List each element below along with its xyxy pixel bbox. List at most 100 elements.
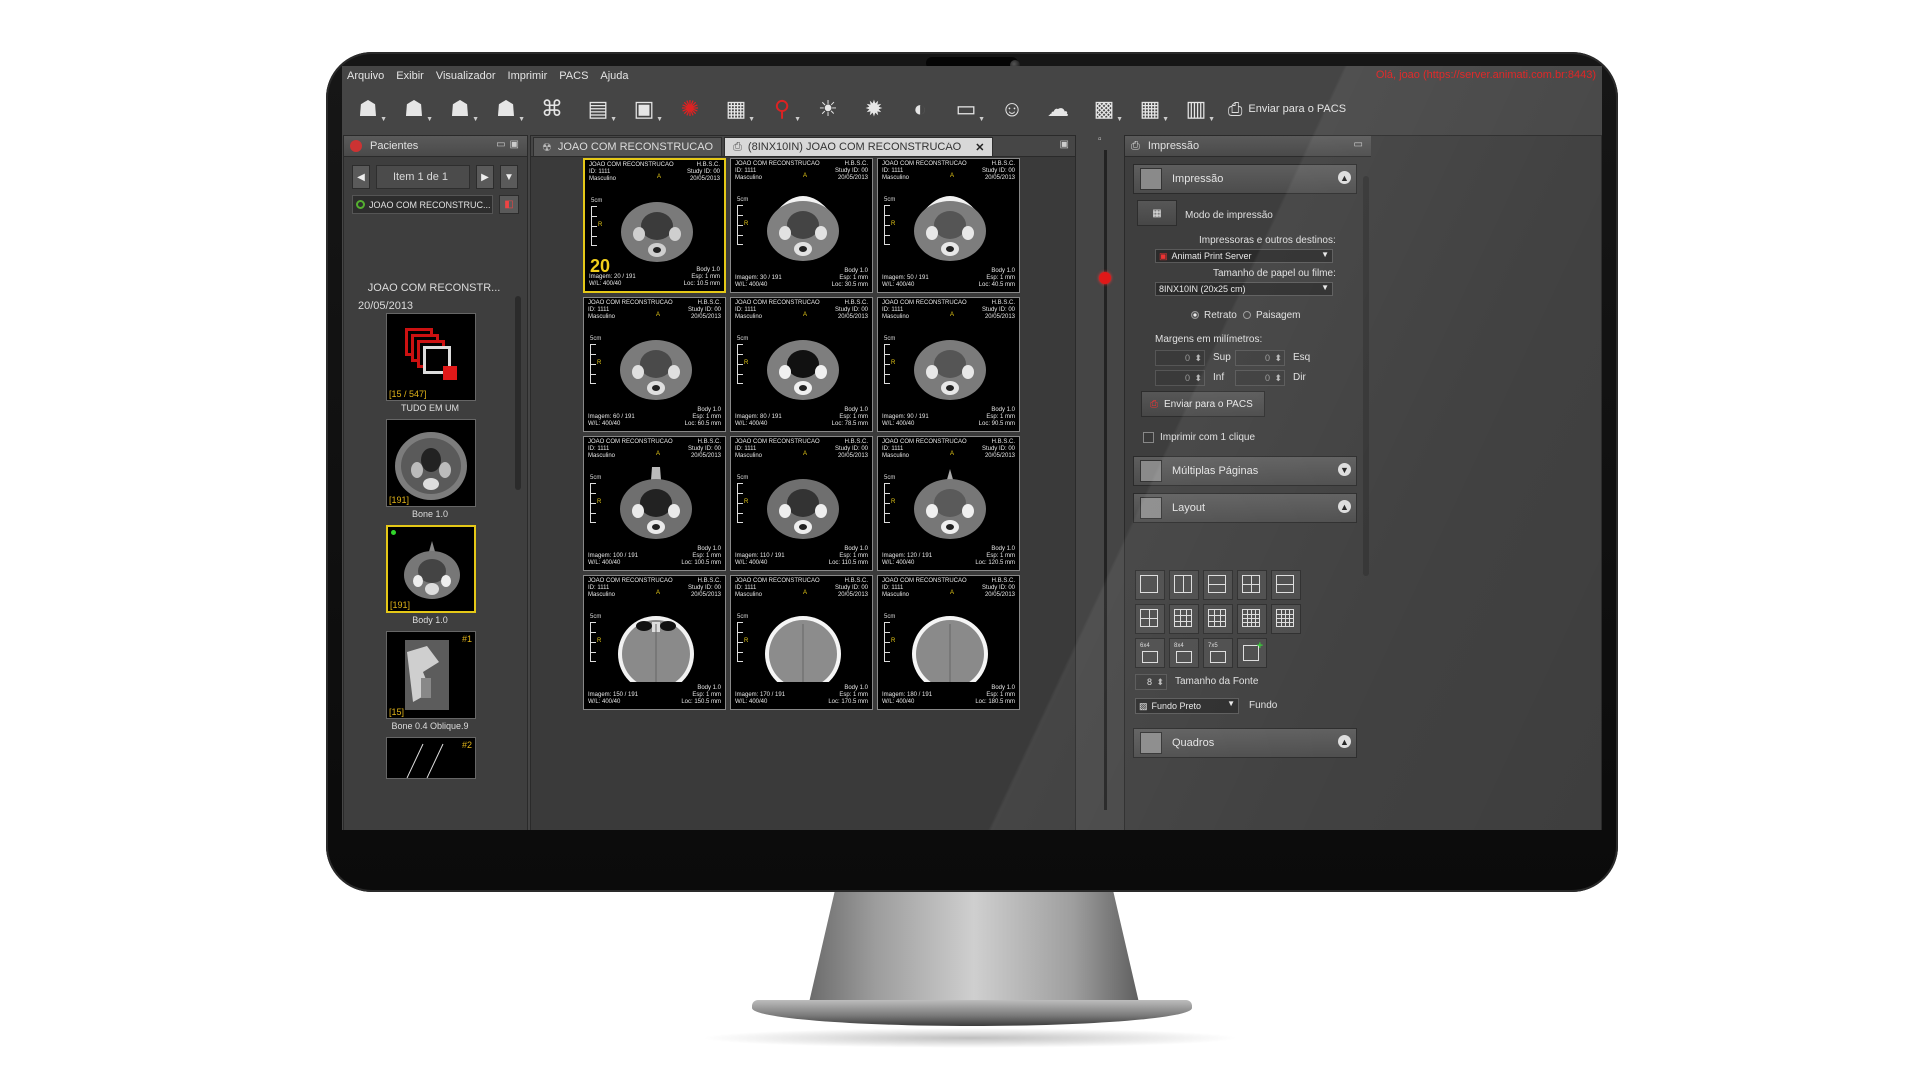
thumbnail-bone[interactable]: [191]	[386, 419, 476, 507]
grid-select-icon[interactable]: ▦ ▼	[1130, 91, 1170, 127]
tab-print-preview[interactable]: ⎙ (8INX10IN) JOAO COM RECONSTRUCAO ✕	[724, 137, 994, 156]
ct-image-cell[interactable]: JOAO COM RECONSTRUCAO ID: 1111 Masculino…	[877, 575, 1020, 710]
open-patient-icon[interactable]: ☗ ▼	[348, 91, 388, 127]
ct-image-cell[interactable]: JOAO COM RECONSTRUCAO ID: 1111 Masculino…	[877, 158, 1020, 293]
slider-knob[interactable]	[1099, 272, 1111, 284]
brightness-icon[interactable]: ☀	[808, 91, 848, 127]
thumbnail-body[interactable]: [191]	[386, 525, 476, 613]
users-icon[interactable]: ☺	[992, 91, 1032, 127]
close-tab-icon[interactable]: ✕	[975, 141, 984, 154]
layout-option-button[interactable]: 7x5	[1203, 638, 1233, 668]
ct-image-cell[interactable]: JOAO COM RECONSTRUCAO ID: 1111 Masculino…	[730, 575, 873, 710]
menu-imprimir[interactable]: Imprimir	[503, 70, 553, 82]
film-icon[interactable]: ▦ ▼	[716, 91, 756, 127]
series-row: JOAO COM RECONSTRUC... ◧	[352, 195, 527, 214]
menu-exibir[interactable]: Exibir	[391, 70, 429, 82]
send-pacs-button[interactable]: ⎙ Enviar para o PACS	[1141, 391, 1265, 417]
margin-bottom-input[interactable]: 0	[1155, 370, 1205, 386]
ct-image-cell[interactable]: JOAO COM RECONSTRUCAO ID: 1111 Masculino…	[730, 436, 873, 571]
section-layout[interactable]: Layout ▲	[1133, 493, 1357, 523]
layout-option-button[interactable]	[1135, 604, 1165, 634]
orientation-anterior: A	[803, 451, 808, 457]
print-panel-scrollbar[interactable]	[1363, 176, 1369, 576]
ct-image-cell[interactable]: JOAO COM RECONSTRUCAO ID: 1111 Masculino…	[730, 158, 873, 293]
patient-card-icon[interactable]: ▣ ▼	[624, 91, 664, 127]
layout-option-button[interactable]: 6x4	[1135, 638, 1165, 668]
layout-option-button[interactable]	[1271, 570, 1301, 600]
ct-image-cell[interactable]: JOAO COM RECONSTRUCAO ID: 1111 Masculino…	[583, 575, 726, 710]
monitor-icon[interactable]: ▤ ▼	[578, 91, 618, 127]
series-icon[interactable]: ▥ ▼	[1176, 91, 1216, 127]
menu-arquivo[interactable]: Arquivo	[342, 70, 389, 82]
tabs-overflow-button[interactable]: »	[945, 138, 951, 149]
upload-icon[interactable]: ☗ ▼	[486, 91, 526, 127]
series-select[interactable]: JOAO COM RECONSTRUC...	[352, 195, 493, 214]
ct-image-cell[interactable]: JOAO COM RECONSTRUCAO ID: 1111 Masculino…	[877, 436, 1020, 571]
paper-select[interactable]: 8INX10IN (20x25 cm) ▼	[1155, 282, 1333, 296]
section-frames[interactable]: Quadros ▲	[1133, 728, 1357, 758]
orientation-landscape[interactable]: Paisagem	[1243, 310, 1300, 321]
layout-option-button[interactable]	[1237, 604, 1267, 634]
contrast-icon[interactable]: ✹	[854, 91, 894, 127]
layout-option-button[interactable]: +	[1237, 638, 1267, 668]
previous-patient-button[interactable]: ◀	[352, 165, 370, 189]
search-patient-icon[interactable]: ☗ ▼	[394, 91, 434, 127]
toolbar-send-pacs-button[interactable]: ⎙ Enviar para o PACS	[1228, 99, 1346, 120]
screen-layout-icon[interactable]: ▭ ▼	[946, 91, 986, 127]
layout-option-button[interactable]	[1169, 604, 1199, 634]
ct-image-cell[interactable]: JOAO COM RECONSTRUCAO ID: 1111 Masculino…	[730, 297, 873, 432]
patient-menu-button[interactable]: ▼	[500, 165, 518, 189]
wheel-icon[interactable]: ✺	[670, 91, 710, 127]
page-slider[interactable]: ▫	[1094, 134, 1118, 830]
section-multipage[interactable]: Múltiplas Páginas ▼	[1133, 456, 1357, 486]
chevron-down-icon[interactable]: ▼	[1338, 463, 1351, 476]
thumbnail-oblique[interactable]: #1 [15]	[386, 631, 476, 719]
layout-option-button[interactable]	[1169, 570, 1199, 600]
cloud-icon[interactable]: ☁	[1038, 91, 1078, 127]
ct-image-cell[interactable]: JOAO COM RECONSTRUCAO ID: 1111 Masculino…	[583, 297, 726, 432]
viewer-window-button[interactable]: ▣	[1060, 139, 1069, 150]
tab-study[interactable]: ☢ JOAO COM RECONSTRUCAO	[533, 137, 723, 156]
next-patient-button[interactable]: ▶	[476, 165, 494, 189]
chevron-up-icon[interactable]: ▲	[1338, 735, 1351, 748]
chevron-up-icon[interactable]: ▲	[1338, 171, 1351, 184]
orientation-portrait[interactable]: Retrato	[1191, 310, 1237, 321]
layout-option-button[interactable]	[1203, 570, 1233, 600]
panel-window-buttons[interactable]: ▭▣	[496, 139, 523, 150]
margin-right-input[interactable]: 0	[1235, 370, 1285, 386]
menu-visualizador[interactable]: Visualizador	[431, 70, 501, 82]
layout-option-button[interactable]	[1237, 570, 1267, 600]
menu-pacs[interactable]: PACS	[554, 70, 593, 82]
radio-landscape[interactable]	[1243, 311, 1251, 320]
panel-window-buttons[interactable]: ▭	[1354, 139, 1367, 150]
one-click-checkbox[interactable]	[1143, 432, 1154, 443]
network-icon[interactable]: ⌘	[532, 91, 572, 127]
print-screen-icon[interactable]: ▩ ▼	[1084, 91, 1124, 127]
patients-scrollbar[interactable]	[515, 296, 521, 490]
invert-icon[interactable]: ◐	[900, 91, 940, 127]
thumbnail-lines[interactable]: #2	[386, 737, 476, 779]
zoom-icon[interactable]: ⚲ ▼	[762, 91, 802, 127]
series-action-button[interactable]: ◧	[499, 195, 519, 214]
ct-slice-image	[912, 616, 988, 682]
download-icon[interactable]: ☗ ▼	[440, 91, 480, 127]
layout-option-button[interactable]	[1203, 604, 1233, 634]
print-mode-button[interactable]: ▦	[1137, 200, 1177, 226]
layout-option-button[interactable]	[1135, 570, 1165, 600]
thumbnail-all-in-one[interactable]: [15 / 547]	[386, 313, 476, 401]
background-select[interactable]: ▨ Fundo Preto ▼	[1135, 698, 1239, 714]
margin-top-input[interactable]: 0	[1155, 350, 1205, 366]
chevron-up-icon[interactable]: ▲	[1338, 500, 1351, 513]
printer-select[interactable]: ▣ Animati Print Server ▼	[1155, 249, 1333, 263]
font-size-input[interactable]: 8	[1135, 674, 1167, 690]
section-print[interactable]: Impressão ▲	[1133, 164, 1357, 194]
ct-image-cell[interactable]: JOAO COM RECONSTRUCAO ID: 1111 Masculino…	[583, 436, 726, 571]
layout-option-button[interactable]: 8x4	[1169, 638, 1199, 668]
margin-left-input[interactable]: 0	[1235, 350, 1285, 366]
ct-image-cell[interactable]: JOAO COM RECONSTRUCAO ID: 1111 Masculino…	[877, 297, 1020, 432]
ct-image-cell[interactable]: JOAO COM RECONSTRUCAO ID: 1111 Masculino…	[583, 158, 726, 293]
one-click-option[interactable]: Imprimir com 1 clique	[1143, 432, 1255, 443]
layout-option-button[interactable]	[1271, 604, 1301, 634]
radio-portrait[interactable]	[1191, 311, 1199, 320]
menu-ajuda[interactable]: Ajuda	[595, 70, 633, 82]
